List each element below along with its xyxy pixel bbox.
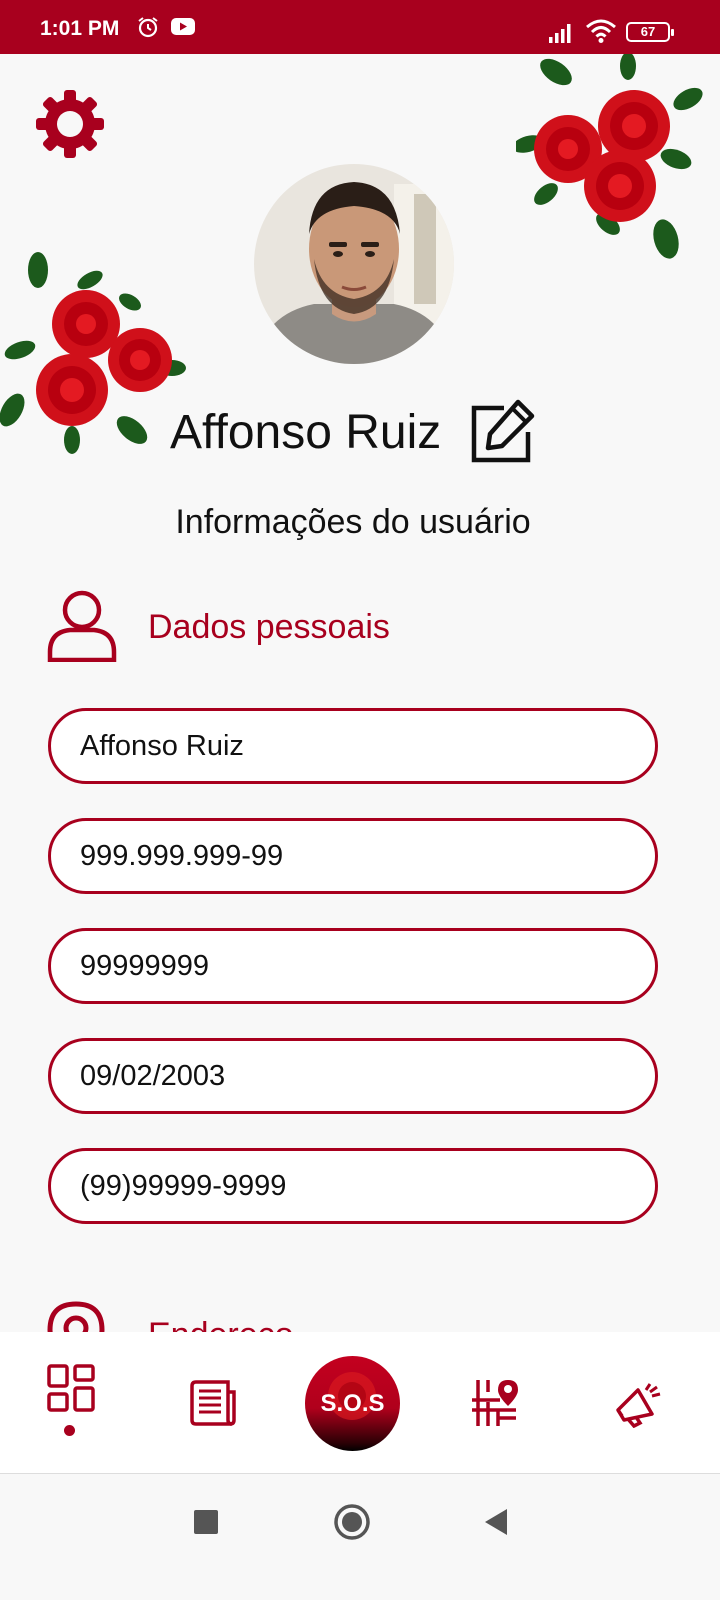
location-icon (47, 1301, 105, 1336)
map-route-icon[interactable] (470, 1378, 520, 1428)
wifi-icon (586, 19, 616, 43)
sos-button[interactable]: S.O.S (305, 1356, 400, 1451)
settings-gear-icon[interactable] (34, 88, 106, 160)
phone-field[interactable]: (99)99999-9999 (48, 1148, 658, 1224)
battery-icon: 67 (626, 22, 674, 42)
section-title: Informações do usuário (175, 503, 531, 541)
status-time: 1:01 PM (40, 17, 120, 40)
roses-decoration-left (0, 252, 186, 454)
news-icon[interactable] (188, 1378, 236, 1426)
sos-label: S.O.S (320, 1390, 385, 1417)
status-bar: 1:01 PM 67 (0, 0, 720, 54)
youtube-icon (171, 18, 195, 35)
signal-icon (549, 24, 571, 43)
back-button[interactable] (483, 1507, 511, 1537)
profile-name: Affonso Ruiz (170, 406, 442, 459)
avatar[interactable] (254, 164, 454, 364)
recents-button[interactable] (194, 1510, 218, 1534)
active-indicator (64, 1425, 75, 1436)
name-field[interactable]: Affonso Ruiz (48, 708, 658, 784)
system-navigation-bar (0, 1474, 720, 1600)
edit-icon[interactable] (466, 398, 536, 466)
personal-data-title: Dados pessoais (148, 608, 390, 646)
person-icon (47, 590, 117, 662)
cpf-field[interactable]: 999.999.999-99 (48, 818, 658, 894)
home-button[interactable] (333, 1503, 371, 1541)
birth-date-field[interactable]: 09/02/2003 (48, 1038, 658, 1114)
avatar-photo (254, 164, 454, 364)
alarm-icon (138, 17, 158, 38)
rg-field[interactable]: 99999999 (48, 928, 658, 1004)
profile-screen[interactable]: Affonso Ruiz Informações do usuário Dado… (0, 54, 720, 1336)
roses-decoration-top-right (516, 54, 703, 259)
megaphone-icon[interactable] (614, 1380, 662, 1428)
dashboard-icon[interactable] (47, 1364, 95, 1412)
bottom-navigation: S.O.S (0, 1332, 720, 1474)
